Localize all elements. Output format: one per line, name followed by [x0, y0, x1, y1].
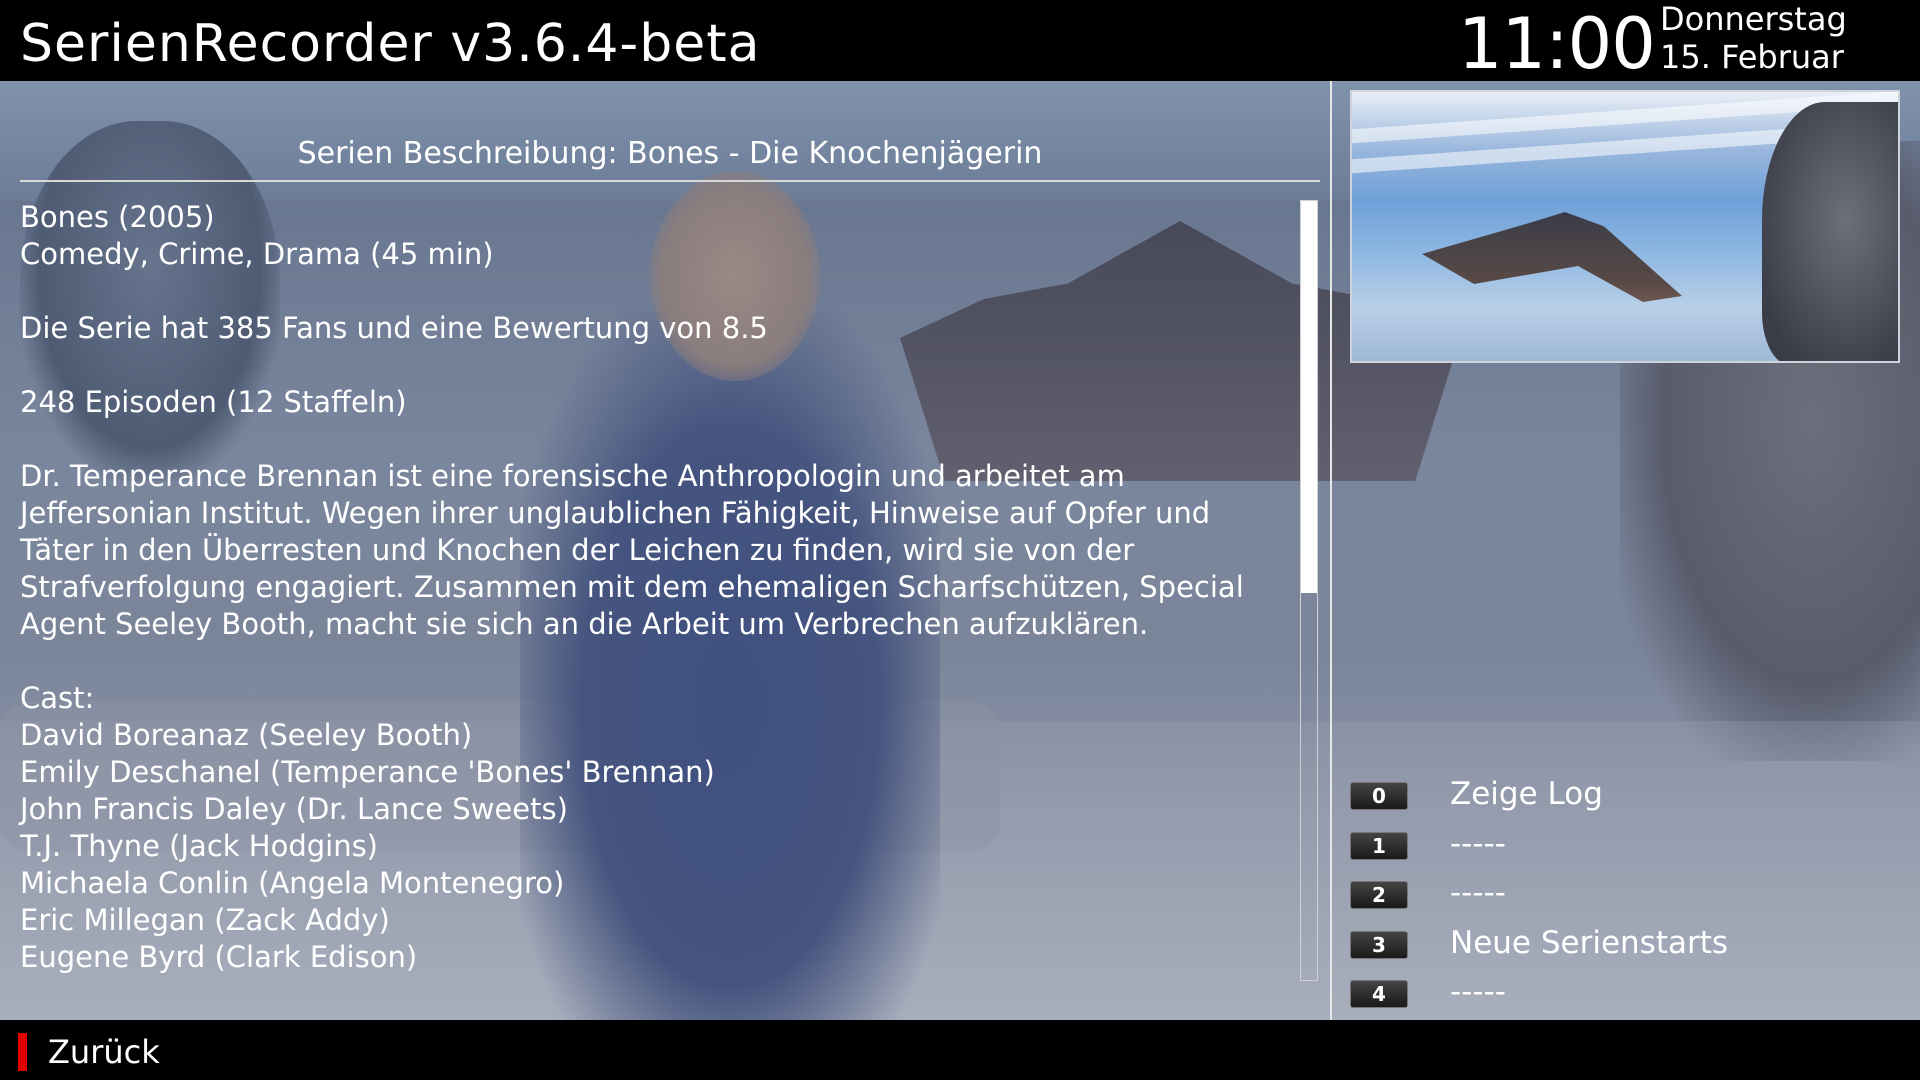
description-line: David Boreanaz (Seeley Booth): [20, 718, 473, 752]
number-key-badge: 4: [1350, 980, 1408, 1008]
number-key-badge: 1: [1350, 831, 1408, 860]
serienrecorder-screen: SerienRecorder v3.6.4-beta 11:00 Donners…: [0, 0, 1920, 1080]
description-line: Die Serie hat 385 Fans und eine Bewertun…: [20, 311, 768, 345]
menu-item-key-0[interactable]: 0 Zeige Log: [1350, 776, 1900, 830]
date-block: Donnerstag 15. Februar: [1660, 0, 1847, 76]
app-title: SerienRecorder v3.6.4-beta: [20, 14, 761, 74]
description-line: Strafverfolgung engagiert. Zusammen mit …: [20, 570, 1244, 604]
description-scrollbar[interactable]: [1300, 200, 1318, 981]
description-line: Cast:: [20, 681, 95, 715]
preview-buddha-statue: [1762, 102, 1898, 361]
menu-item-label: -----: [1450, 825, 1506, 862]
number-key-badge: 2: [1350, 881, 1408, 909]
description-line: Comedy, Crime, Drama (45 min): [20, 237, 494, 271]
back-button[interactable]: Zurück: [48, 1032, 160, 1072]
preview-temple-roof: [1422, 212, 1682, 302]
clock-time: 11:00: [1458, 3, 1656, 85]
description-line: Jeffersonian Institut. Wegen ihrer ungla…: [20, 496, 1211, 530]
menu-item-key-3[interactable]: 3 Neue Serienstarts: [1350, 925, 1900, 979]
scrollbar-thumb[interactable]: [1301, 201, 1317, 593]
menu-item-label: Zeige Log: [1450, 776, 1603, 812]
panel-divider: [1330, 81, 1332, 1021]
description-line: Bones (2005): [20, 200, 215, 234]
description-line: Agent Seeley Booth, macht sie sich an di…: [20, 607, 1149, 641]
number-key-badge: 0: [1350, 782, 1408, 810]
menu-item-label: Neue Serienstarts: [1450, 924, 1729, 961]
number-key-badge: 3: [1350, 930, 1408, 959]
description-line: Dr. Temperance Brennan ist eine forensis…: [20, 459, 1125, 493]
description-heading: Serien Beschreibung: Bones - Die Knochen…: [297, 136, 1043, 171]
description-line: 248 Episoden (12 Staffeln): [20, 385, 407, 419]
title-bar: SerienRecorder v3.6.4-beta 11:00 Donners…: [0, 0, 1920, 85]
weekday-label: Donnerstag: [1660, 0, 1847, 38]
button-bar: Zurück: [0, 1020, 1920, 1080]
description-line: T.J. Thyne (Jack Hodgins): [20, 829, 378, 863]
description-line: Emily Deschanel (Temperance 'Bones' Bren…: [20, 755, 715, 789]
menu-item-label: -----: [1450, 974, 1506, 1010]
heading-separator: [20, 180, 1320, 182]
description-line: Täter in den Überresten und Knochen der …: [20, 533, 1135, 567]
menu-item-key-2[interactable]: 2 -----: [1350, 875, 1900, 929]
description-line: John Francis Daley (Dr. Lance Sweets): [20, 792, 568, 826]
description-line: Eugene Byrd (Clark Edison): [20, 940, 418, 974]
red-key-indicator: [18, 1033, 27, 1071]
tv-preview-window: [1350, 90, 1900, 363]
date-label: 15. Februar: [1660, 38, 1844, 76]
description-line: Michaela Conlin (Angela Montenegro): [20, 866, 565, 900]
description-line: Eric Millegan (Zack Addy): [20, 903, 390, 937]
series-description-text[interactable]: Bones (2005) Comedy, Crime, Drama (45 min…: [20, 199, 1280, 976]
menu-item-label: -----: [1450, 875, 1506, 911]
menu-item-key-1[interactable]: 1 -----: [1350, 826, 1900, 880]
